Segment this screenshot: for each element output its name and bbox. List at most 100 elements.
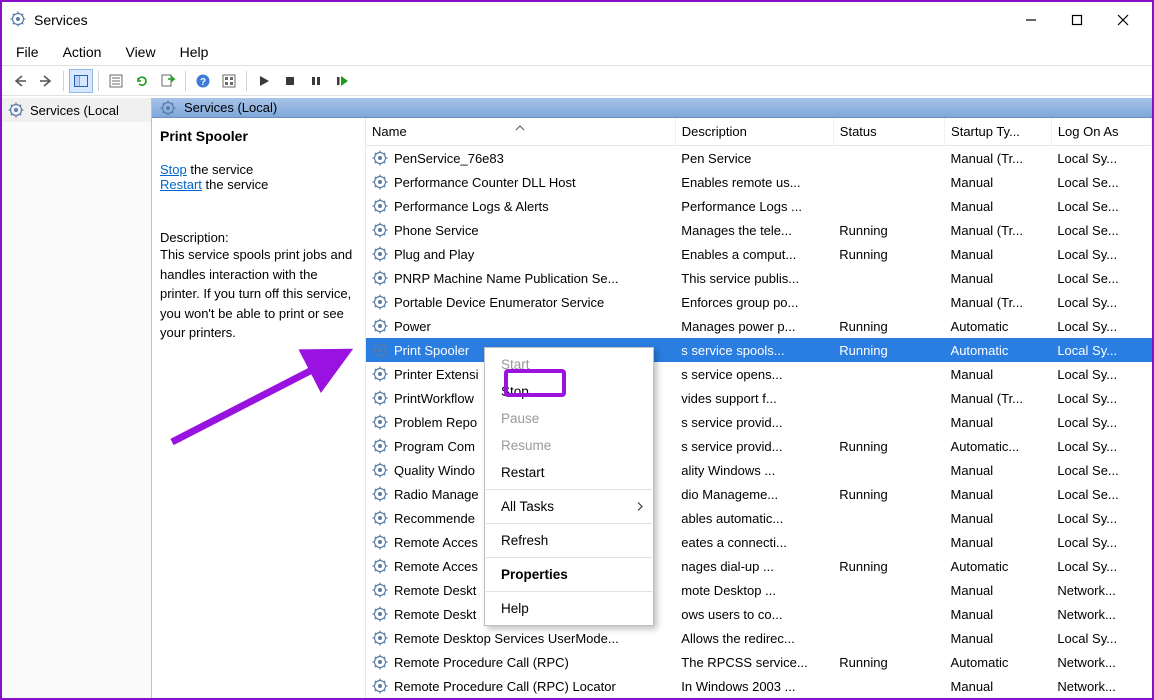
cell-name-text: Print Spooler xyxy=(394,343,469,358)
cell-logon: Local Se... xyxy=(1051,458,1151,482)
col-status[interactable]: Status xyxy=(833,118,944,146)
cell-name: Remote Procedure Call (RPC) xyxy=(366,650,675,674)
cell-status xyxy=(833,410,944,434)
cell-startup: Automatic... xyxy=(945,434,1052,458)
menu-help[interactable]: Help xyxy=(168,40,221,64)
cell-startup: Automatic xyxy=(945,314,1052,338)
maximize-button[interactable] xyxy=(1054,4,1100,36)
cell-desc: ows users to co... xyxy=(675,602,833,626)
cell-desc: s service provid... xyxy=(675,410,833,434)
cell-logon: Network... xyxy=(1051,674,1151,698)
show-hide-tree-button[interactable] xyxy=(69,69,93,93)
col-logon[interactable]: Log On As xyxy=(1051,118,1151,146)
ctx-restart[interactable]: Restart xyxy=(485,459,653,486)
cell-desc: Pen Service xyxy=(675,146,833,171)
cell-name: PNRP Machine Name Publication Se... xyxy=(366,266,675,290)
cell-startup: Manual xyxy=(945,602,1052,626)
service-gear-icon xyxy=(372,198,388,214)
export-button[interactable] xyxy=(156,69,180,93)
service-gear-icon xyxy=(372,294,388,310)
close-button[interactable] xyxy=(1100,4,1146,36)
ctx-refresh[interactable]: Refresh xyxy=(485,527,653,554)
table-row[interactable]: Performance Counter DLL HostEnables remo… xyxy=(366,170,1152,194)
cell-status: Running xyxy=(833,338,944,362)
cell-startup: Automatic xyxy=(945,650,1052,674)
preview-restart-link-row: Restart the service xyxy=(160,177,357,192)
minimize-button[interactable] xyxy=(1008,4,1054,36)
cell-startup: Manual (Tr... xyxy=(945,290,1052,314)
cell-status: Running xyxy=(833,482,944,506)
large-icons-button[interactable] xyxy=(217,69,241,93)
col-description[interactable]: Description xyxy=(675,118,833,146)
cell-desc: nages dial-up ... xyxy=(675,554,833,578)
service-gear-icon xyxy=(372,222,388,238)
service-gear-icon xyxy=(372,582,388,598)
ctx-properties[interactable]: Properties xyxy=(485,561,653,588)
table-row[interactable]: PowerManages power p...RunningAutomaticL… xyxy=(366,314,1152,338)
ctx-resume: Resume xyxy=(485,432,653,459)
preview-stop-link-row: Stop the service xyxy=(160,162,357,177)
cell-startup: Manual xyxy=(945,458,1052,482)
service-gear-icon xyxy=(372,414,388,430)
ctx-all-tasks[interactable]: All Tasks xyxy=(485,493,653,520)
preview-stop-suffix: the service xyxy=(187,162,253,177)
help-button[interactable]: ? xyxy=(191,69,215,93)
refresh-button[interactable] xyxy=(130,69,154,93)
cell-desc: Allows the redirec... xyxy=(675,626,833,650)
cell-name-text: Remote Deskt xyxy=(394,583,476,598)
preview-restart-link[interactable]: Restart xyxy=(160,177,202,192)
ctx-help[interactable]: Help xyxy=(485,595,653,622)
cell-startup: Manual xyxy=(945,194,1052,218)
service-gear-icon xyxy=(372,318,388,334)
services-table-wrap: Name Description Status Startup Ty... Lo… xyxy=(366,118,1152,698)
table-row[interactable]: Phone ServiceManages the tele...RunningM… xyxy=(366,218,1152,242)
preview-pane: Print Spooler Stop the service Restart t… xyxy=(152,118,366,698)
ctx-stop[interactable]: Stop xyxy=(485,378,653,405)
back-button[interactable] xyxy=(8,69,32,93)
cell-status xyxy=(833,386,944,410)
table-row[interactable]: Plug and PlayEnables a comput...RunningM… xyxy=(366,242,1152,266)
table-row[interactable]: PNRP Machine Name Publication Se...This … xyxy=(366,266,1152,290)
cell-status: Running xyxy=(833,242,944,266)
cell-name-text: Remote Acces xyxy=(394,535,478,550)
table-row[interactable]: Remote Desktop Services UserMode...Allow… xyxy=(366,626,1152,650)
table-row[interactable]: Remote Procedure Call (RPC)The RPCSS ser… xyxy=(366,650,1152,674)
cell-startup: Manual xyxy=(945,266,1052,290)
menu-action[interactable]: Action xyxy=(51,40,114,64)
col-name[interactable]: Name xyxy=(366,118,675,146)
tree-root-services[interactable]: Services (Local xyxy=(2,98,151,122)
table-row[interactable]: Performance Logs & AlertsPerformance Log… xyxy=(366,194,1152,218)
cell-name-text: Plug and Play xyxy=(394,247,474,262)
cell-logon: Local Sy... xyxy=(1051,626,1151,650)
cell-name-text: Portable Device Enumerator Service xyxy=(394,295,604,310)
cell-desc: Performance Logs ... xyxy=(675,194,833,218)
pause-service-button[interactable] xyxy=(304,69,328,93)
stop-service-button[interactable] xyxy=(278,69,302,93)
cell-desc: mote Desktop ... xyxy=(675,578,833,602)
table-row[interactable]: Portable Device Enumerator ServiceEnforc… xyxy=(366,290,1152,314)
cell-name: Power xyxy=(366,314,675,338)
restart-service-button[interactable] xyxy=(330,69,354,93)
menu-view[interactable]: View xyxy=(113,40,167,64)
list-header-label: Services (Local) xyxy=(184,100,277,115)
col-startup[interactable]: Startup Ty... xyxy=(945,118,1052,146)
sort-asc-icon xyxy=(515,119,525,134)
cell-desc: s service spools... xyxy=(675,338,833,362)
cell-startup: Manual xyxy=(945,482,1052,506)
table-row[interactable]: Remote Procedure Call (RPC) LocatorIn Wi… xyxy=(366,674,1152,698)
cell-name-text: Recommende xyxy=(394,511,475,526)
preview-stop-link[interactable]: Stop xyxy=(160,162,187,177)
start-service-button[interactable] xyxy=(252,69,276,93)
menu-file[interactable]: File xyxy=(4,40,51,64)
cell-name-text: PrintWorkflow xyxy=(394,391,474,406)
cell-desc: The RPCSS service... xyxy=(675,650,833,674)
service-gear-icon xyxy=(372,510,388,526)
preview-desc-label: Description: xyxy=(160,230,357,245)
cell-name-text: PenService_76e83 xyxy=(394,151,504,166)
properties-button-icon[interactable] xyxy=(104,69,128,93)
cell-status xyxy=(833,170,944,194)
cell-name: Plug and Play xyxy=(366,242,675,266)
cell-startup: Manual xyxy=(945,242,1052,266)
table-row[interactable]: PenService_76e83Pen ServiceManual (Tr...… xyxy=(366,146,1152,171)
forward-button[interactable] xyxy=(34,69,58,93)
